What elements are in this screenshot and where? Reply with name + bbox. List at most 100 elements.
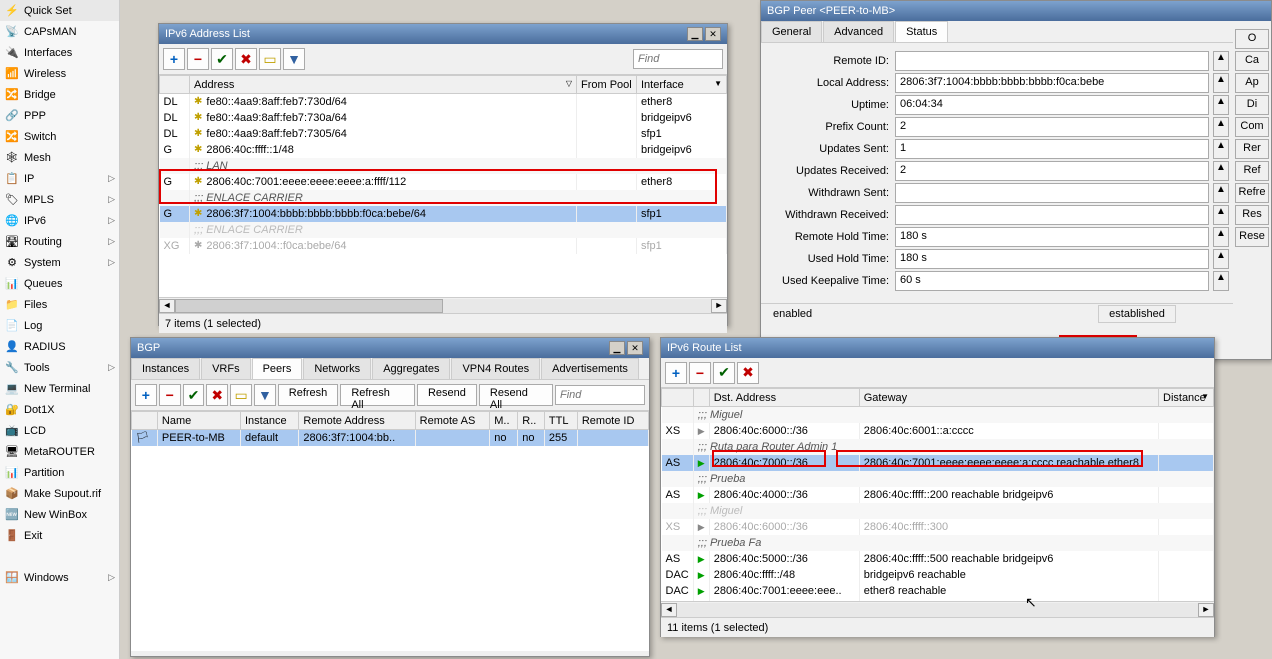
- dst-cell[interactable]: 2806:40c:5000::/36: [709, 551, 859, 567]
- sidebar-item[interactable]: 🔌Interfaces: [0, 42, 119, 63]
- address-cell[interactable]: ✱2806:3f7:1004:bbbb:bbbb:bbbb:f0ca:bebe/…: [190, 206, 577, 222]
- dst-cell[interactable]: 2806:40c:ffff::/48: [709, 567, 859, 583]
- sidebar-item[interactable]: 🔀Bridge: [0, 84, 119, 105]
- dst-cell[interactable]: 2806:40c:6000::/36: [709, 423, 859, 439]
- table-row[interactable]: ;;; Prueba Fa: [662, 535, 1214, 551]
- field-value[interactable]: 2: [895, 117, 1209, 137]
- sidebar-item[interactable]: 💻New Terminal: [0, 378, 119, 399]
- sidebar-item[interactable]: 📁Files: [0, 294, 119, 315]
- col-header[interactable]: [160, 76, 190, 94]
- sidebar-item[interactable]: 🌐IPv6▷: [0, 210, 119, 231]
- col-header[interactable]: Name: [157, 412, 240, 430]
- tab[interactable]: Networks: [303, 358, 371, 379]
- sidebar-item[interactable]: 📄Log: [0, 315, 119, 336]
- col-header[interactable]: Remote ID: [577, 412, 648, 430]
- sidebar-item[interactable]: 🔐Dot1X: [0, 399, 119, 420]
- tab[interactable]: General: [761, 21, 822, 42]
- peer-table[interactable]: NameInstanceRemote AddressRemote ASM..R.…: [131, 411, 649, 651]
- sidebar-item[interactable]: 📺LCD: [0, 420, 119, 441]
- enable-button[interactable]: ✔: [713, 362, 735, 384]
- dst-cell[interactable]: 2806:40c:7001:eeee:eee..: [709, 583, 859, 599]
- resend-all-button[interactable]: Resend All: [479, 384, 553, 406]
- col-header[interactable]: Instance: [240, 412, 298, 430]
- field-value[interactable]: 2: [895, 161, 1209, 181]
- minimize-button[interactable]: ▁: [609, 341, 625, 355]
- field-up-button[interactable]: ▲: [1213, 183, 1229, 203]
- table-row[interactable]: ;;; ENLACE CARRIER: [160, 190, 727, 206]
- close-button[interactable]: ✕: [627, 341, 643, 355]
- sidebar-item[interactable]: 📡CAPsMAN: [0, 21, 119, 42]
- col-header[interactable]: [662, 389, 694, 407]
- scroll-right[interactable]: ►: [711, 299, 727, 313]
- find-input[interactable]: [555, 385, 645, 405]
- titlebar[interactable]: IPv6 Route List: [661, 338, 1214, 358]
- sidebar-item[interactable]: 🪟Windows▷: [0, 567, 119, 588]
- enable-button[interactable]: ✔: [183, 384, 205, 406]
- address-cell[interactable]: ✱fe80::4aa9:8aff:feb7:7305/64: [190, 126, 577, 142]
- table-row[interactable]: ;;; LAN: [160, 158, 727, 174]
- disable-button[interactable]: ✖: [206, 384, 228, 406]
- tab[interactable]: Advanced: [823, 21, 894, 42]
- table-row[interactable]: DL✱fe80::4aa9:8aff:feb7:730d/64ether8: [160, 94, 727, 110]
- scroll-track[interactable]: [677, 603, 1198, 617]
- titlebar[interactable]: BGP ▁ ✕: [131, 338, 649, 358]
- field-value[interactable]: 180 s: [895, 227, 1209, 247]
- address-cell[interactable]: ✱fe80::4aa9:8aff:feb7:730d/64: [190, 94, 577, 110]
- field-value[interactable]: 60 s: [895, 271, 1209, 291]
- remove-button[interactable]: −: [689, 362, 711, 384]
- table-row[interactable]: G✱2806:40c:ffff::1/48bridgeipv6: [160, 142, 727, 158]
- col-header[interactable]: M..: [490, 412, 518, 430]
- titlebar[interactable]: IPv6 Address List ▁ ✕: [159, 24, 727, 44]
- field-up-button[interactable]: ▲: [1213, 271, 1229, 291]
- table-row[interactable]: G✱2806:3f7:1004:bbbb:bbbb:bbbb:f0ca:bebe…: [160, 206, 727, 222]
- table-row[interactable]: XS▶2806:40c:6000::/362806:40c:ffff::300: [662, 519, 1214, 535]
- field-up-button[interactable]: ▲: [1213, 139, 1229, 159]
- field-up-button[interactable]: ▲: [1213, 249, 1229, 269]
- side-button[interactable]: O: [1235, 29, 1269, 49]
- minimize-button[interactable]: ▁: [687, 27, 703, 41]
- sidebar-item[interactable]: 🔧Tools▷: [0, 357, 119, 378]
- col-header[interactable]: TTL: [544, 412, 577, 430]
- table-row[interactable]: DL✱fe80::4aa9:8aff:feb7:7305/64sfp1: [160, 126, 727, 142]
- field-up-button[interactable]: ▲: [1213, 117, 1229, 137]
- field-value[interactable]: 06:04:34: [895, 95, 1209, 115]
- table-row[interactable]: ;;; Prueba: [662, 471, 1214, 487]
- side-button[interactable]: Com: [1235, 117, 1269, 137]
- dst-cell[interactable]: 2806:40c:7000::/36: [709, 455, 859, 471]
- refresh-button[interactable]: Refresh: [278, 384, 339, 406]
- sidebar-item[interactable]: 🖥MetaROUTER: [0, 441, 119, 462]
- hscroll[interactable]: ◄ ►: [661, 601, 1214, 617]
- table-row[interactable]: ;;; ENLACE CARRIER: [160, 222, 727, 238]
- table-row[interactable]: XG✱2806:3f7:1004::f0ca:bebe/64sfp1: [160, 238, 727, 254]
- col-header[interactable]: Remote AS: [415, 412, 490, 430]
- table-row[interactable]: DAC▶2806:40c:7001:eeee:eee..ether8 reach…: [662, 583, 1214, 599]
- scroll-left[interactable]: ◄: [159, 299, 175, 313]
- sidebar-item[interactable]: 👤RADIUS: [0, 336, 119, 357]
- tab[interactable]: Status: [895, 21, 948, 42]
- table-row[interactable]: ;;; Ruta para Router Admin 1: [662, 439, 1214, 455]
- table-row[interactable]: 🏳PEER-to-MBdefault2806:3f7:1004:bb..nono…: [132, 430, 649, 446]
- col-header[interactable]: [693, 389, 709, 407]
- sidebar-item[interactable]: 🆕New WinBox: [0, 504, 119, 525]
- side-button[interactable]: Ap: [1235, 73, 1269, 93]
- table-row[interactable]: DL✱fe80::4aa9:8aff:feb7:730a/64bridgeipv…: [160, 110, 727, 126]
- add-button[interactable]: +: [163, 48, 185, 70]
- filter-button[interactable]: ▼: [283, 48, 305, 70]
- sidebar-item[interactable]: 🔀Switch: [0, 126, 119, 147]
- comment-button[interactable]: ▭: [259, 48, 281, 70]
- add-button[interactable]: +: [135, 384, 157, 406]
- filter-button[interactable]: ▼: [254, 384, 276, 406]
- field-value[interactable]: 1: [895, 139, 1209, 159]
- field-value[interactable]: 180 s: [895, 249, 1209, 269]
- address-cell[interactable]: ✱fe80::4aa9:8aff:feb7:730a/64: [190, 110, 577, 126]
- side-button[interactable]: Ca: [1235, 51, 1269, 71]
- side-button[interactable]: Ref: [1235, 161, 1269, 181]
- tab[interactable]: VRFs: [201, 358, 251, 379]
- sidebar-item[interactable]: 📋IP▷: [0, 168, 119, 189]
- table-row[interactable]: XS▶2806:40c:6000::/362806:40c:6001::a:cc…: [662, 423, 1214, 439]
- scroll-track[interactable]: [175, 299, 711, 313]
- disable-button[interactable]: ✖: [737, 362, 759, 384]
- table-row[interactable]: ;;; Miguel: [662, 407, 1214, 423]
- address-cell[interactable]: ✱2806:40c:7001:eeee:eeee:eeee:a:ffff/112: [190, 174, 577, 190]
- tab[interactable]: Aggregates: [372, 358, 450, 379]
